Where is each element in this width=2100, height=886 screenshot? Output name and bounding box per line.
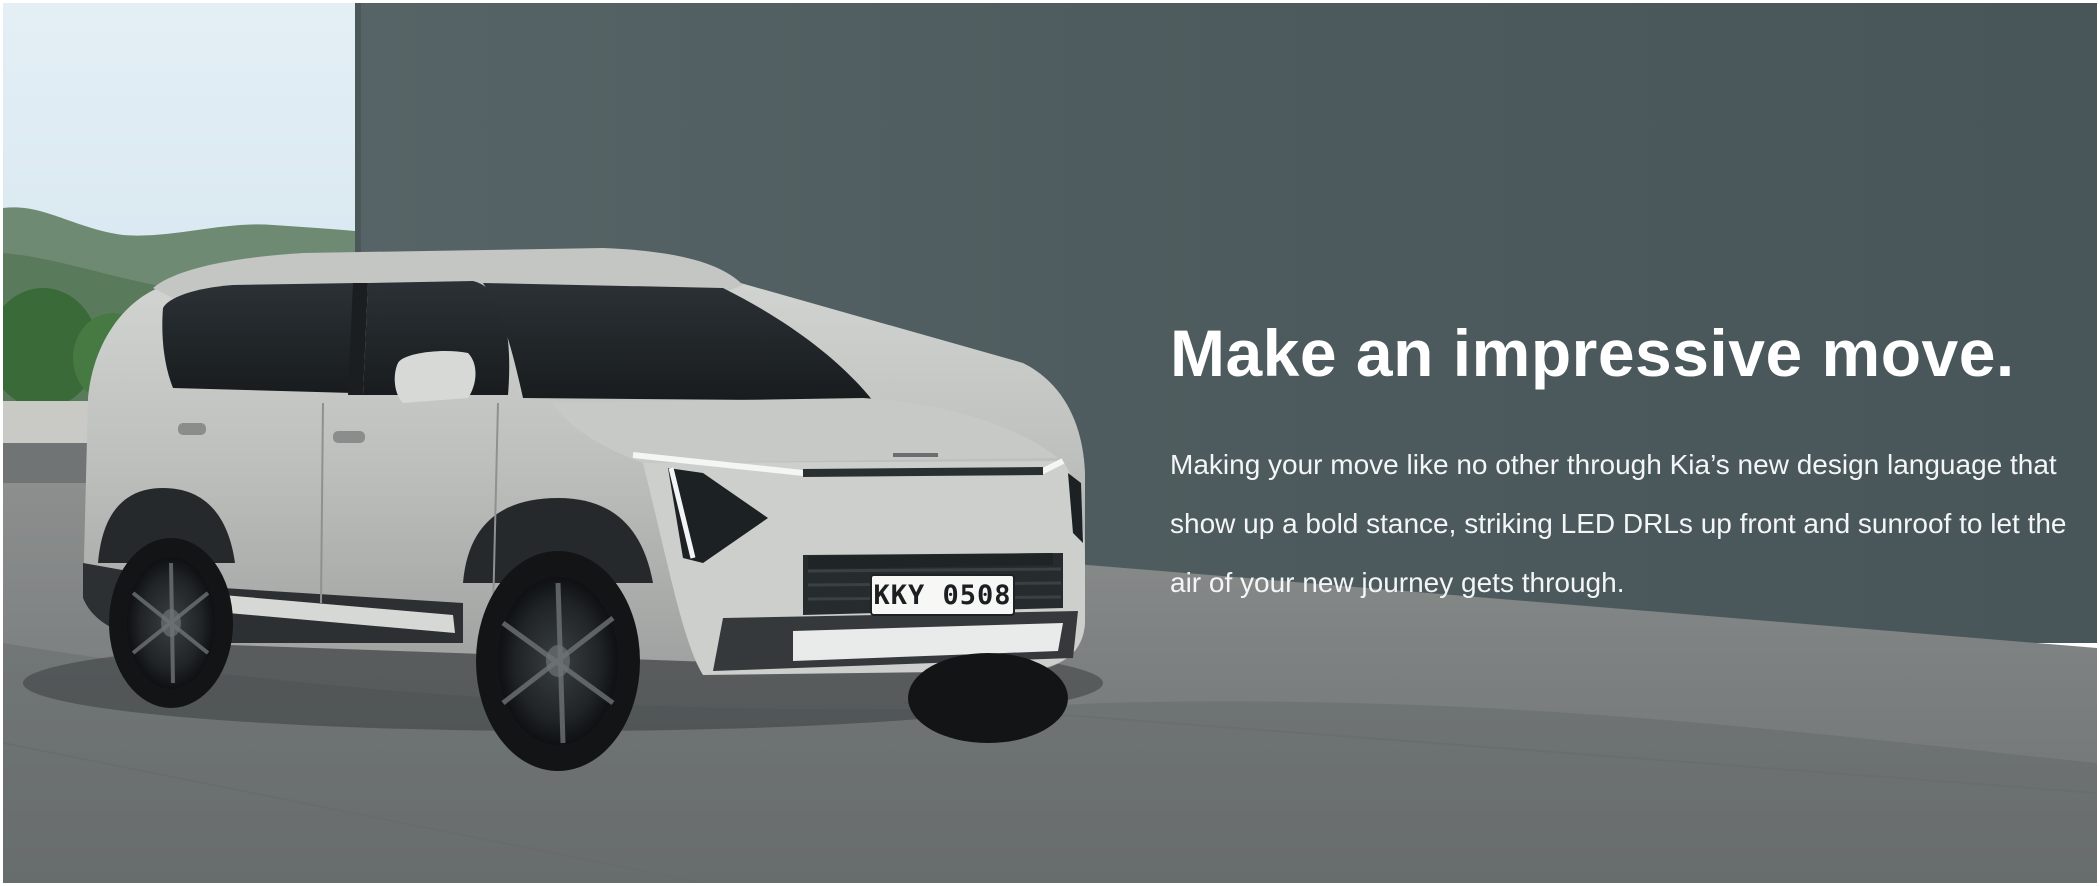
- hero-description: Making your move like no other through K…: [1170, 449, 2067, 598]
- license-plate-text: KKY 0508: [873, 579, 1012, 611]
- hero-banner: KKY 0508 Make an impressive move. Making…: [3, 3, 2097, 883]
- hero-copy: Make an impressive move. Making your mov…: [1170, 313, 2070, 612]
- hero-headline: Make an impressive move.: [1170, 316, 2015, 390]
- license-plate: KKY 0508: [871, 575, 1014, 615]
